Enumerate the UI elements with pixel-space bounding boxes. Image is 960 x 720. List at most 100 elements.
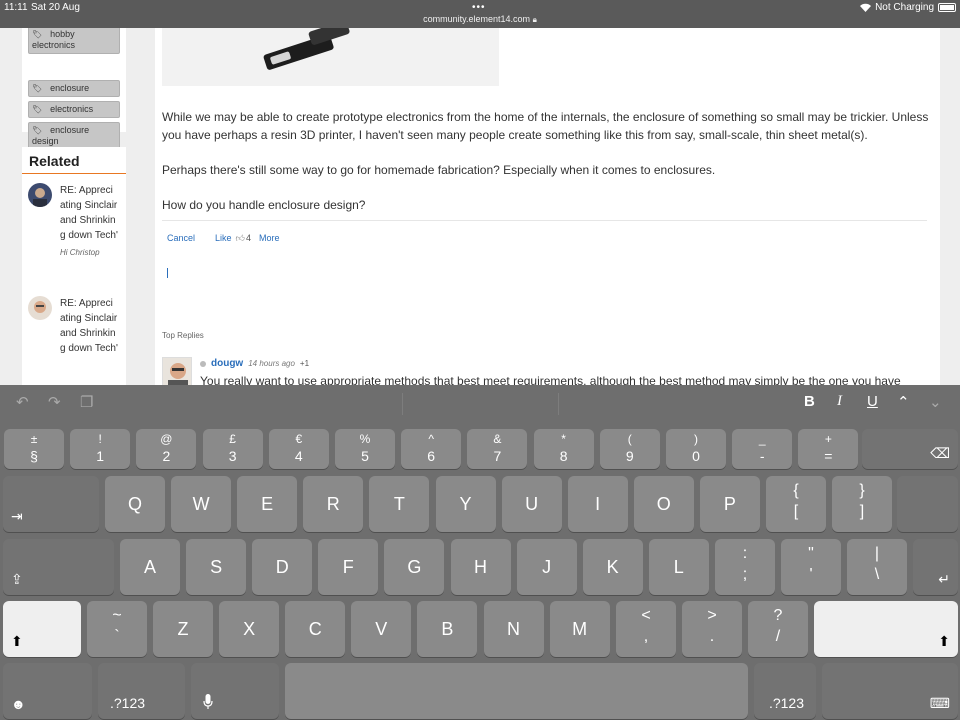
avatar	[28, 183, 52, 207]
right-shift-key[interactable]: ⬆	[814, 601, 958, 657]
key-d[interactable]: D	[252, 539, 313, 595]
number-key[interactable]: % 5	[335, 429, 395, 469]
address-bar[interactable]: community.element14.com 🔒︎	[0, 14, 960, 25]
key-shift-symbol: :	[742, 545, 748, 562]
key-i[interactable]: I	[567, 476, 628, 532]
undo-icon[interactable]: ↶	[16, 393, 29, 411]
key-t[interactable]: T	[369, 476, 430, 532]
paste-icon[interactable]: ❐	[80, 393, 93, 411]
number-key[interactable]: ! 1	[70, 429, 131, 469]
space-bar[interactable]	[285, 663, 748, 719]
key-q[interactable]: Q	[105, 476, 165, 532]
key-shift-symbol: €	[295, 432, 303, 446]
key-letter: G	[407, 556, 422, 577]
key-z[interactable]: Z	[153, 601, 213, 657]
key-j[interactable]: J	[516, 539, 577, 595]
numbers-key-right[interactable]: .?123	[754, 663, 816, 719]
key-shift-symbol: ?	[773, 607, 783, 624]
tilde-key[interactable]: ~ `	[87, 601, 147, 657]
key-a[interactable]: A	[120, 539, 180, 595]
punctuation-key[interactable]: " '	[781, 539, 841, 595]
number-key[interactable]: & 7	[467, 429, 528, 469]
like-link[interactable]: Like	[215, 233, 232, 244]
chevron-down-icon[interactable]: ⌄	[929, 393, 942, 411]
number-key[interactable]: * 8	[533, 429, 594, 469]
punctuation-key[interactable]: <,	[616, 601, 676, 657]
key-symbol: 9	[625, 448, 634, 464]
dictation-key[interactable]	[191, 663, 279, 719]
redo-icon[interactable]: ↷	[48, 393, 61, 411]
caps-lock-key[interactable]: ⇪	[3, 539, 114, 595]
return-key-top[interactable]	[897, 476, 958, 532]
number-key[interactable]: @2	[136, 429, 197, 469]
key-letter: V	[375, 618, 388, 639]
number-key[interactable]: £3	[202, 429, 263, 469]
number-key[interactable]: _ -	[732, 429, 793, 469]
key-shift-symbol: ±	[30, 432, 38, 446]
status-right: Not Charging	[860, 2, 956, 13]
number-key[interactable]: (9	[599, 429, 660, 469]
tag-enclosure-design[interactable]: 🏷︎ enclosure design	[28, 122, 120, 150]
number-key[interactable]: €4	[268, 429, 329, 469]
hide-keyboard-key[interactable]: ⌨	[822, 663, 958, 719]
number-key[interactable]: ± §	[4, 429, 64, 469]
tag-enclosure[interactable]: 🏷︎ enclosure	[28, 80, 120, 97]
key-c[interactable]: C	[285, 601, 346, 657]
key-f[interactable]: F	[318, 539, 379, 595]
key-b[interactable]: B	[417, 601, 478, 657]
key-shift-symbol: ~	[112, 607, 122, 624]
key-r[interactable]: R	[303, 476, 364, 532]
key-p[interactable]: P	[699, 476, 760, 532]
key-l[interactable]: L	[648, 539, 709, 595]
key-g[interactable]: G	[384, 539, 445, 595]
delete-key[interactable]: ⌫	[862, 429, 958, 469]
shift-icon: ⬆	[11, 633, 23, 649]
key-letter: C	[308, 618, 322, 639]
text-cursor[interactable]	[167, 268, 168, 278]
reply-time: 14 hours ago	[248, 359, 295, 368]
chevron-up-icon[interactable]: ⌃	[897, 393, 910, 411]
key-n[interactable]: N	[483, 601, 544, 657]
key-h[interactable]: H	[450, 539, 511, 595]
key-w[interactable]: W	[171, 476, 232, 532]
key-v[interactable]: V	[351, 601, 412, 657]
key-symbol: 1	[96, 448, 105, 464]
multitask-dots-icon[interactable]: •••	[472, 2, 486, 13]
key-u[interactable]: U	[501, 476, 562, 532]
underline-button[interactable]: U	[867, 393, 878, 410]
italic-button[interactable]: I	[837, 393, 842, 410]
key-k[interactable]: K	[582, 539, 643, 595]
key-shift-symbol: *	[561, 432, 566, 446]
bracket-key[interactable]: {[	[766, 476, 826, 532]
toolbar-separator	[558, 393, 559, 415]
bracket-key[interactable]: }]	[832, 476, 892, 532]
left-shift-key[interactable]: ⬆	[3, 601, 81, 657]
key-o[interactable]: O	[633, 476, 694, 532]
number-key[interactable]: ) 0	[666, 429, 726, 469]
tag-electronics[interactable]: 🏷︎ electronics	[28, 101, 120, 118]
key-x[interactable]: X	[219, 601, 280, 657]
punctuation-key[interactable]: >.	[682, 601, 742, 657]
cancel-link[interactable]: Cancel	[167, 233, 195, 244]
key-shift-symbol: %	[359, 432, 371, 446]
emoji-key[interactable]: ☻	[3, 663, 92, 719]
bold-button[interactable]: B	[804, 393, 815, 410]
web-page: 🏷︎ hobby electronics 🏷︎ enclosure 🏷︎ electr…	[0, 28, 960, 385]
tag-hobby-electronics[interactable]: 🏷︎ hobby electronics	[28, 28, 120, 54]
key-y[interactable]: Y	[435, 476, 496, 532]
key-s[interactable]: S	[186, 539, 247, 595]
more-link[interactable]: More	[259, 233, 280, 244]
tab-key[interactable]: ⇥	[3, 476, 99, 532]
reply-meta: dougw 14 hours ago +1	[200, 358, 309, 369]
punctuation-key[interactable]: ? /	[748, 601, 808, 657]
numbers-key-left[interactable]: .?123	[98, 663, 185, 719]
return-key[interactable]: ↵	[913, 539, 958, 595]
punctuation-key[interactable]: :;	[715, 539, 775, 595]
key-m[interactable]: M	[549, 601, 610, 657]
key-e[interactable]: E	[237, 476, 298, 532]
reply-username[interactable]: dougw	[211, 358, 243, 369]
number-key[interactable]: + =	[798, 429, 859, 469]
punctuation-key[interactable]: | \	[847, 539, 907, 595]
tab-icon: ⇥	[11, 508, 23, 524]
number-key[interactable]: ^ 6	[401, 429, 462, 469]
